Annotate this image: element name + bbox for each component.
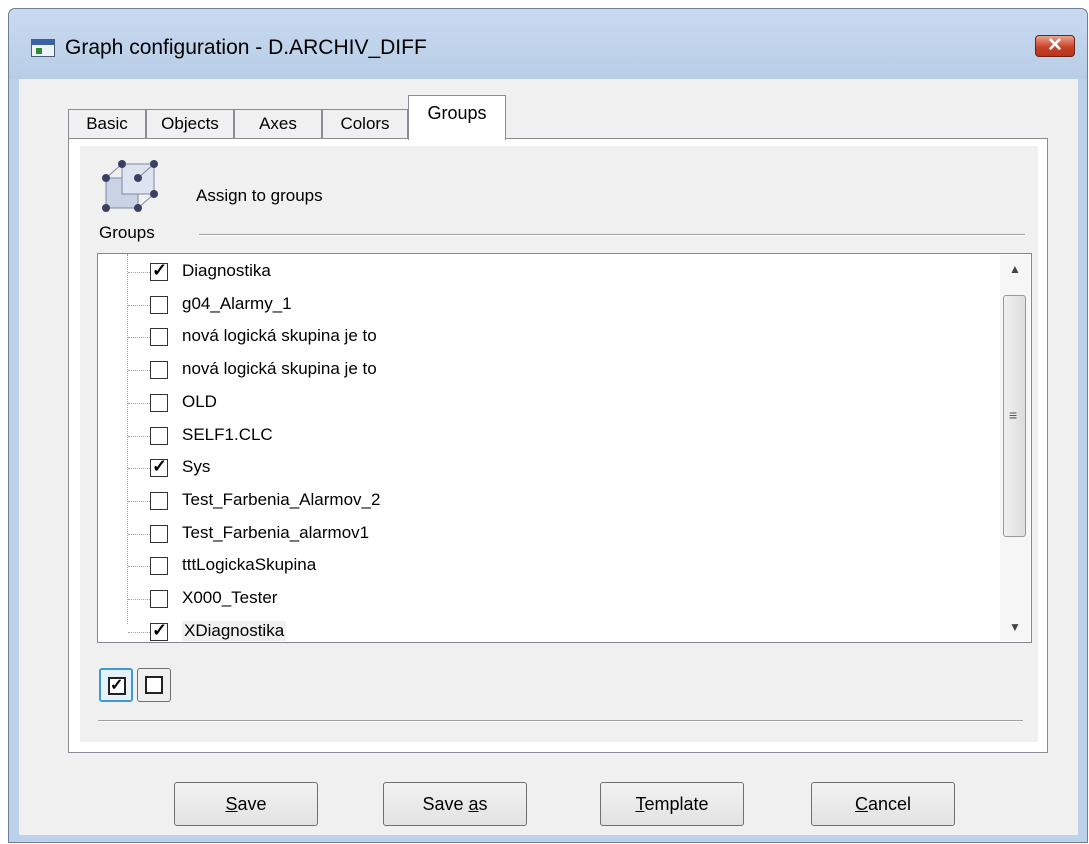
check-mark-icon: ✓ bbox=[152, 456, 168, 477]
tab-objects[interactable]: Objects bbox=[146, 109, 234, 139]
groups-tree-list[interactable]: ✓ Diagnostika g04_Alarmy_1 nová logická sku… bbox=[97, 253, 1032, 643]
group-list-item[interactable]: SELF1.CLC bbox=[98, 420, 988, 453]
group-label: Diagnostika bbox=[182, 261, 271, 280]
group-checkbox[interactable] bbox=[150, 590, 168, 608]
groups-icon-caption: Groups bbox=[99, 223, 155, 242]
group-list-item[interactable]: Test_Farbenia_alarmov1 bbox=[98, 518, 988, 551]
group-label: nová logická skupina je to bbox=[182, 359, 377, 379]
group-label: Test_Farbenia_Alarmov_2 bbox=[182, 489, 381, 509]
tree-branch-line bbox=[128, 599, 150, 600]
tree-branch-line bbox=[128, 337, 150, 339]
groups-tab-panel: Groups Assign to groups ✓ Diagnostika g04_… bbox=[68, 138, 1048, 753]
groups-content: Groups Assign to groups ✓ Diagnostika g04_… bbox=[80, 146, 1038, 742]
group-checkbox[interactable] bbox=[150, 361, 168, 380]
group-checkbox[interactable] bbox=[150, 328, 168, 347]
tree-branch-line bbox=[128, 370, 150, 372]
dialog-client: Basic Objects Axes Colors Groups Groups … bbox=[19, 79, 1078, 835]
heading-divider bbox=[199, 234, 1025, 236]
tree-branch-line bbox=[128, 631, 150, 633]
close-button[interactable]: ✕ bbox=[1035, 35, 1075, 57]
unchecked-box-icon bbox=[145, 676, 163, 694]
tree-branch-line bbox=[128, 533, 150, 535]
tree-branch-line bbox=[128, 500, 150, 502]
group-label: Sys bbox=[182, 457, 211, 477]
group-label: g04_Alarmy_1 bbox=[182, 293, 292, 313]
group-label: OLD bbox=[182, 391, 217, 411]
group-label: tttLogickaSkupina bbox=[182, 555, 317, 575]
tab-axes[interactable]: Axes bbox=[234, 109, 322, 139]
scroll-thumb[interactable]: ≡ bbox=[1003, 295, 1026, 537]
app-window-icon bbox=[31, 39, 55, 57]
group-list-item[interactable]: nová logická skupina je to bbox=[98, 321, 988, 354]
group-label: SELF1.CLC bbox=[182, 424, 273, 444]
bottom-divider bbox=[98, 720, 1023, 722]
scroll-down-arrow-icon[interactable]: ▼ bbox=[1000, 613, 1030, 641]
tab-groups[interactable]: Groups bbox=[408, 95, 506, 140]
grip-icon: ≡ bbox=[1009, 407, 1018, 423]
cancel-button[interactable]: Cancel bbox=[811, 782, 955, 826]
tree-branch-line bbox=[128, 566, 150, 568]
group-list-item[interactable]: Test_Farbenia_Alarmov_2 bbox=[98, 485, 988, 518]
save-button[interactable]: Save bbox=[174, 782, 318, 826]
scroll-up-arrow-icon[interactable]: ▲ bbox=[1000, 255, 1030, 283]
template-button[interactable]: Template bbox=[600, 782, 744, 826]
group-checkbox[interactable] bbox=[150, 557, 168, 576]
dialog-window: Graph configuration - D.ARCHIV_DIFF ✕ Ba… bbox=[8, 8, 1088, 843]
group-checkbox[interactable] bbox=[150, 491, 168, 510]
group-label: X000_Tester bbox=[182, 588, 278, 607]
group-checkbox[interactable] bbox=[150, 426, 168, 445]
uncheck-all-button[interactable] bbox=[137, 668, 171, 702]
check-mark-icon: ✓ bbox=[152, 260, 168, 280]
section-heading: Assign to groups bbox=[196, 186, 323, 205]
group-list-item[interactable]: ✓ Sys bbox=[98, 452, 988, 485]
save-as-button[interactable]: Save as bbox=[383, 782, 527, 826]
group-list-item[interactable]: tttLogickaSkupina bbox=[98, 550, 988, 583]
vertical-scrollbar[interactable]: ▲ ≡ ▼ bbox=[1000, 255, 1030, 641]
check-mark-icon: ✓ bbox=[152, 619, 168, 640]
group-label: XDiagnostika bbox=[182, 620, 287, 641]
group-list-item[interactable]: OLD bbox=[98, 387, 988, 420]
group-list-item[interactable]: X000_Tester bbox=[98, 583, 988, 616]
group-list-item[interactable]: nová logická skupina je to bbox=[98, 354, 988, 387]
group-checkbox[interactable]: ✓ bbox=[150, 456, 168, 478]
group-list-item[interactable]: ✓ Diagnostika bbox=[98, 256, 988, 289]
group-label: nová logická skupina je to bbox=[182, 326, 377, 346]
tree-branch-line bbox=[128, 272, 150, 273]
title-bar[interactable]: Graph configuration - D.ARCHIV_DIFF ✕ bbox=[9, 9, 1087, 79]
group-checkbox[interactable] bbox=[150, 393, 168, 412]
close-icon: ✕ bbox=[1047, 35, 1063, 56]
tab-colors[interactable]: Colors bbox=[322, 109, 408, 139]
tree-branch-line bbox=[128, 402, 150, 404]
group-checkbox[interactable]: ✓ bbox=[150, 619, 168, 641]
group-list-item[interactable]: ✓ XDiagnostika bbox=[98, 616, 988, 649]
groups-icon bbox=[102, 160, 158, 212]
tree-branch-line bbox=[128, 435, 150, 437]
group-list-item[interactable]: g04_Alarmy_1 bbox=[98, 289, 988, 322]
group-checkbox[interactable] bbox=[150, 524, 168, 543]
group-checkbox[interactable]: ✓ bbox=[150, 260, 168, 281]
tree-branch-line bbox=[128, 304, 150, 306]
checked-box-icon: ✓ bbox=[108, 677, 126, 695]
group-label: Test_Farbenia_alarmov1 bbox=[182, 522, 370, 542]
window-title: Graph configuration - D.ARCHIV_DIFF bbox=[65, 36, 427, 59]
tree-branch-line bbox=[128, 468, 150, 470]
group-checkbox[interactable] bbox=[150, 295, 168, 314]
check-all-button[interactable]: ✓ bbox=[99, 668, 133, 702]
tab-basic[interactable]: Basic bbox=[68, 109, 146, 139]
